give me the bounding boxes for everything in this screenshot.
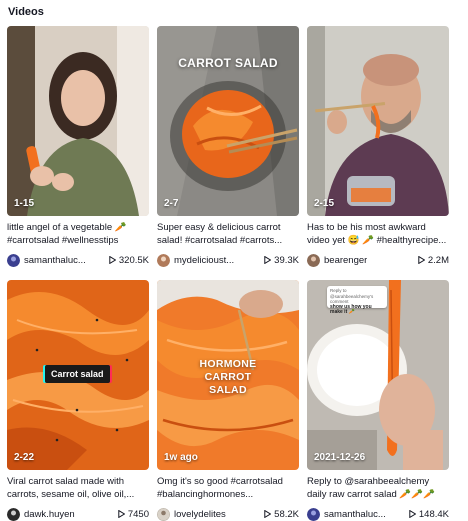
section-title: Videos [8, 6, 44, 18]
video-meta: samanthaluc... 320.5K [7, 252, 149, 268]
view-count-value: 320.5K [118, 254, 149, 266]
view-count: 58.2K [264, 509, 299, 520]
play-icon [264, 510, 272, 518]
avatar [7, 507, 20, 521]
video-date: 2-7 [164, 198, 179, 209]
video-description[interactable]: Has to be his most awkward video yet 😅 🥕… [307, 221, 449, 249]
avatar [157, 253, 170, 267]
reply-comment-bubble: Reply to @sarahbeealchemy's comment show… [327, 286, 387, 315]
thumbnail-overlay-text: Carrot salad [45, 365, 110, 383]
video-card[interactable]: Reply to @sarahbeealchemy's comment show… [307, 280, 449, 521]
reply-bubble-header: Reply to @sarahbeealchemy's comment [330, 288, 374, 304]
video-meta: samanthaluc... 148.4K [307, 506, 449, 521]
author-link[interactable]: lovelydelites [157, 507, 226, 521]
video-meta: bearenger 2.2M [307, 252, 449, 268]
avatar [157, 507, 170, 521]
video-card[interactable]: 2-15 Has to be his most awkward video ye… [307, 26, 449, 272]
video-card[interactable]: HORMONE CARROT SALAD 1w ago Omg it's so … [157, 280, 299, 521]
video-card[interactable]: 1-15 little angel of a vegetable 🥕 #carr… [7, 26, 149, 272]
video-date: 1-15 [14, 198, 35, 209]
video-thumbnail[interactable]: Carrot salad 2-22 [7, 280, 149, 470]
play-icon [264, 256, 272, 264]
video-grid: 1-15 little angel of a vegetable 🥕 #carr… [7, 26, 449, 521]
avatar [307, 253, 320, 267]
video-meta: lovelydelites 58.2K [157, 506, 299, 521]
video-thumbnail[interactable]: HORMONE CARROT SALAD 1w ago [157, 280, 299, 470]
author-link[interactable]: samanthaluc... [7, 253, 86, 267]
video-description[interactable]: Omg it's so good #carrotsalad #balancing… [157, 475, 299, 503]
author-username: lovelydelites [174, 508, 226, 520]
author-username: samanthaluc... [324, 508, 386, 520]
play-icon [418, 256, 425, 264]
view-count: 320.5K [109, 255, 149, 266]
view-count: 148.4K [409, 509, 449, 520]
play-icon [409, 510, 416, 518]
video-thumbnail[interactable]: Reply to @sarahbeealchemy's comment show… [307, 280, 449, 470]
overlay-line: SALAD [209, 384, 247, 396]
reply-bubble-text: show us how you make it 🥕 [330, 303, 372, 315]
avatar [7, 253, 20, 267]
thumbnail-overlay-text: CARROT SALAD [178, 56, 278, 70]
author-username: samanthaluc... [24, 254, 86, 266]
play-icon [118, 510, 125, 518]
video-description[interactable]: Reply to @sarahbeealchemy daily raw carr… [307, 475, 449, 503]
video-meta: mydelicioust... 39.3K [157, 252, 299, 268]
video-thumbnail[interactable]: 2-15 [307, 26, 449, 216]
video-description[interactable]: Viral carrot salad made with carrots, se… [7, 475, 149, 503]
avatar [307, 507, 320, 521]
thumbnail-image-carrot-salad-bowl [157, 26, 299, 216]
play-icon [109, 256, 116, 264]
author-link[interactable]: mydelicioust... [157, 253, 235, 267]
author-username: bearenger [324, 254, 368, 266]
video-meta: dawk.huyen 7450 [7, 506, 149, 521]
video-card[interactable]: Carrot salad 2-22 Viral carrot salad mad… [7, 280, 149, 521]
video-date: 2021-12-26 [314, 452, 366, 463]
video-thumbnail[interactable]: CARROT SALAD 2-7 [157, 26, 299, 216]
author-link[interactable]: samanthaluc... [307, 507, 386, 521]
author-link[interactable]: bearenger [307, 253, 368, 267]
thumbnail-overlay-text: HORMONE CARROT SALAD [157, 358, 299, 397]
view-count-value: 39.3K [274, 254, 299, 266]
video-card[interactable]: CARROT SALAD 2-7 Super easy & delicious … [157, 26, 299, 272]
thumbnail-image-woman-with-carrot [7, 26, 149, 216]
view-count: 7450 [118, 509, 149, 520]
view-count-value: 2.2M [427, 254, 449, 266]
author-username: mydelicioust... [174, 254, 235, 266]
overlay-line: HORMONE [199, 358, 257, 370]
view-count: 39.3K [264, 255, 299, 266]
author-username: dawk.huyen [24, 508, 75, 520]
video-date: 2-22 [14, 452, 35, 463]
view-count-value: 7450 [127, 508, 149, 520]
view-count-value: 148.4K [418, 508, 449, 520]
view-count: 2.2M [418, 255, 449, 266]
overlay-line: CARROT [204, 371, 252, 383]
video-date: 1w ago [164, 452, 198, 463]
video-thumbnail[interactable]: 1-15 [7, 26, 149, 216]
view-count-value: 58.2K [274, 508, 299, 520]
video-description[interactable]: Super easy & delicious carrot salad! #ca… [157, 221, 299, 249]
video-description[interactable]: little angel of a vegetable 🥕 #carrotsal… [7, 221, 149, 249]
author-link[interactable]: dawk.huyen [7, 507, 75, 521]
video-date: 2-15 [314, 198, 335, 209]
thumbnail-image-man-eating-carrot [307, 26, 449, 216]
